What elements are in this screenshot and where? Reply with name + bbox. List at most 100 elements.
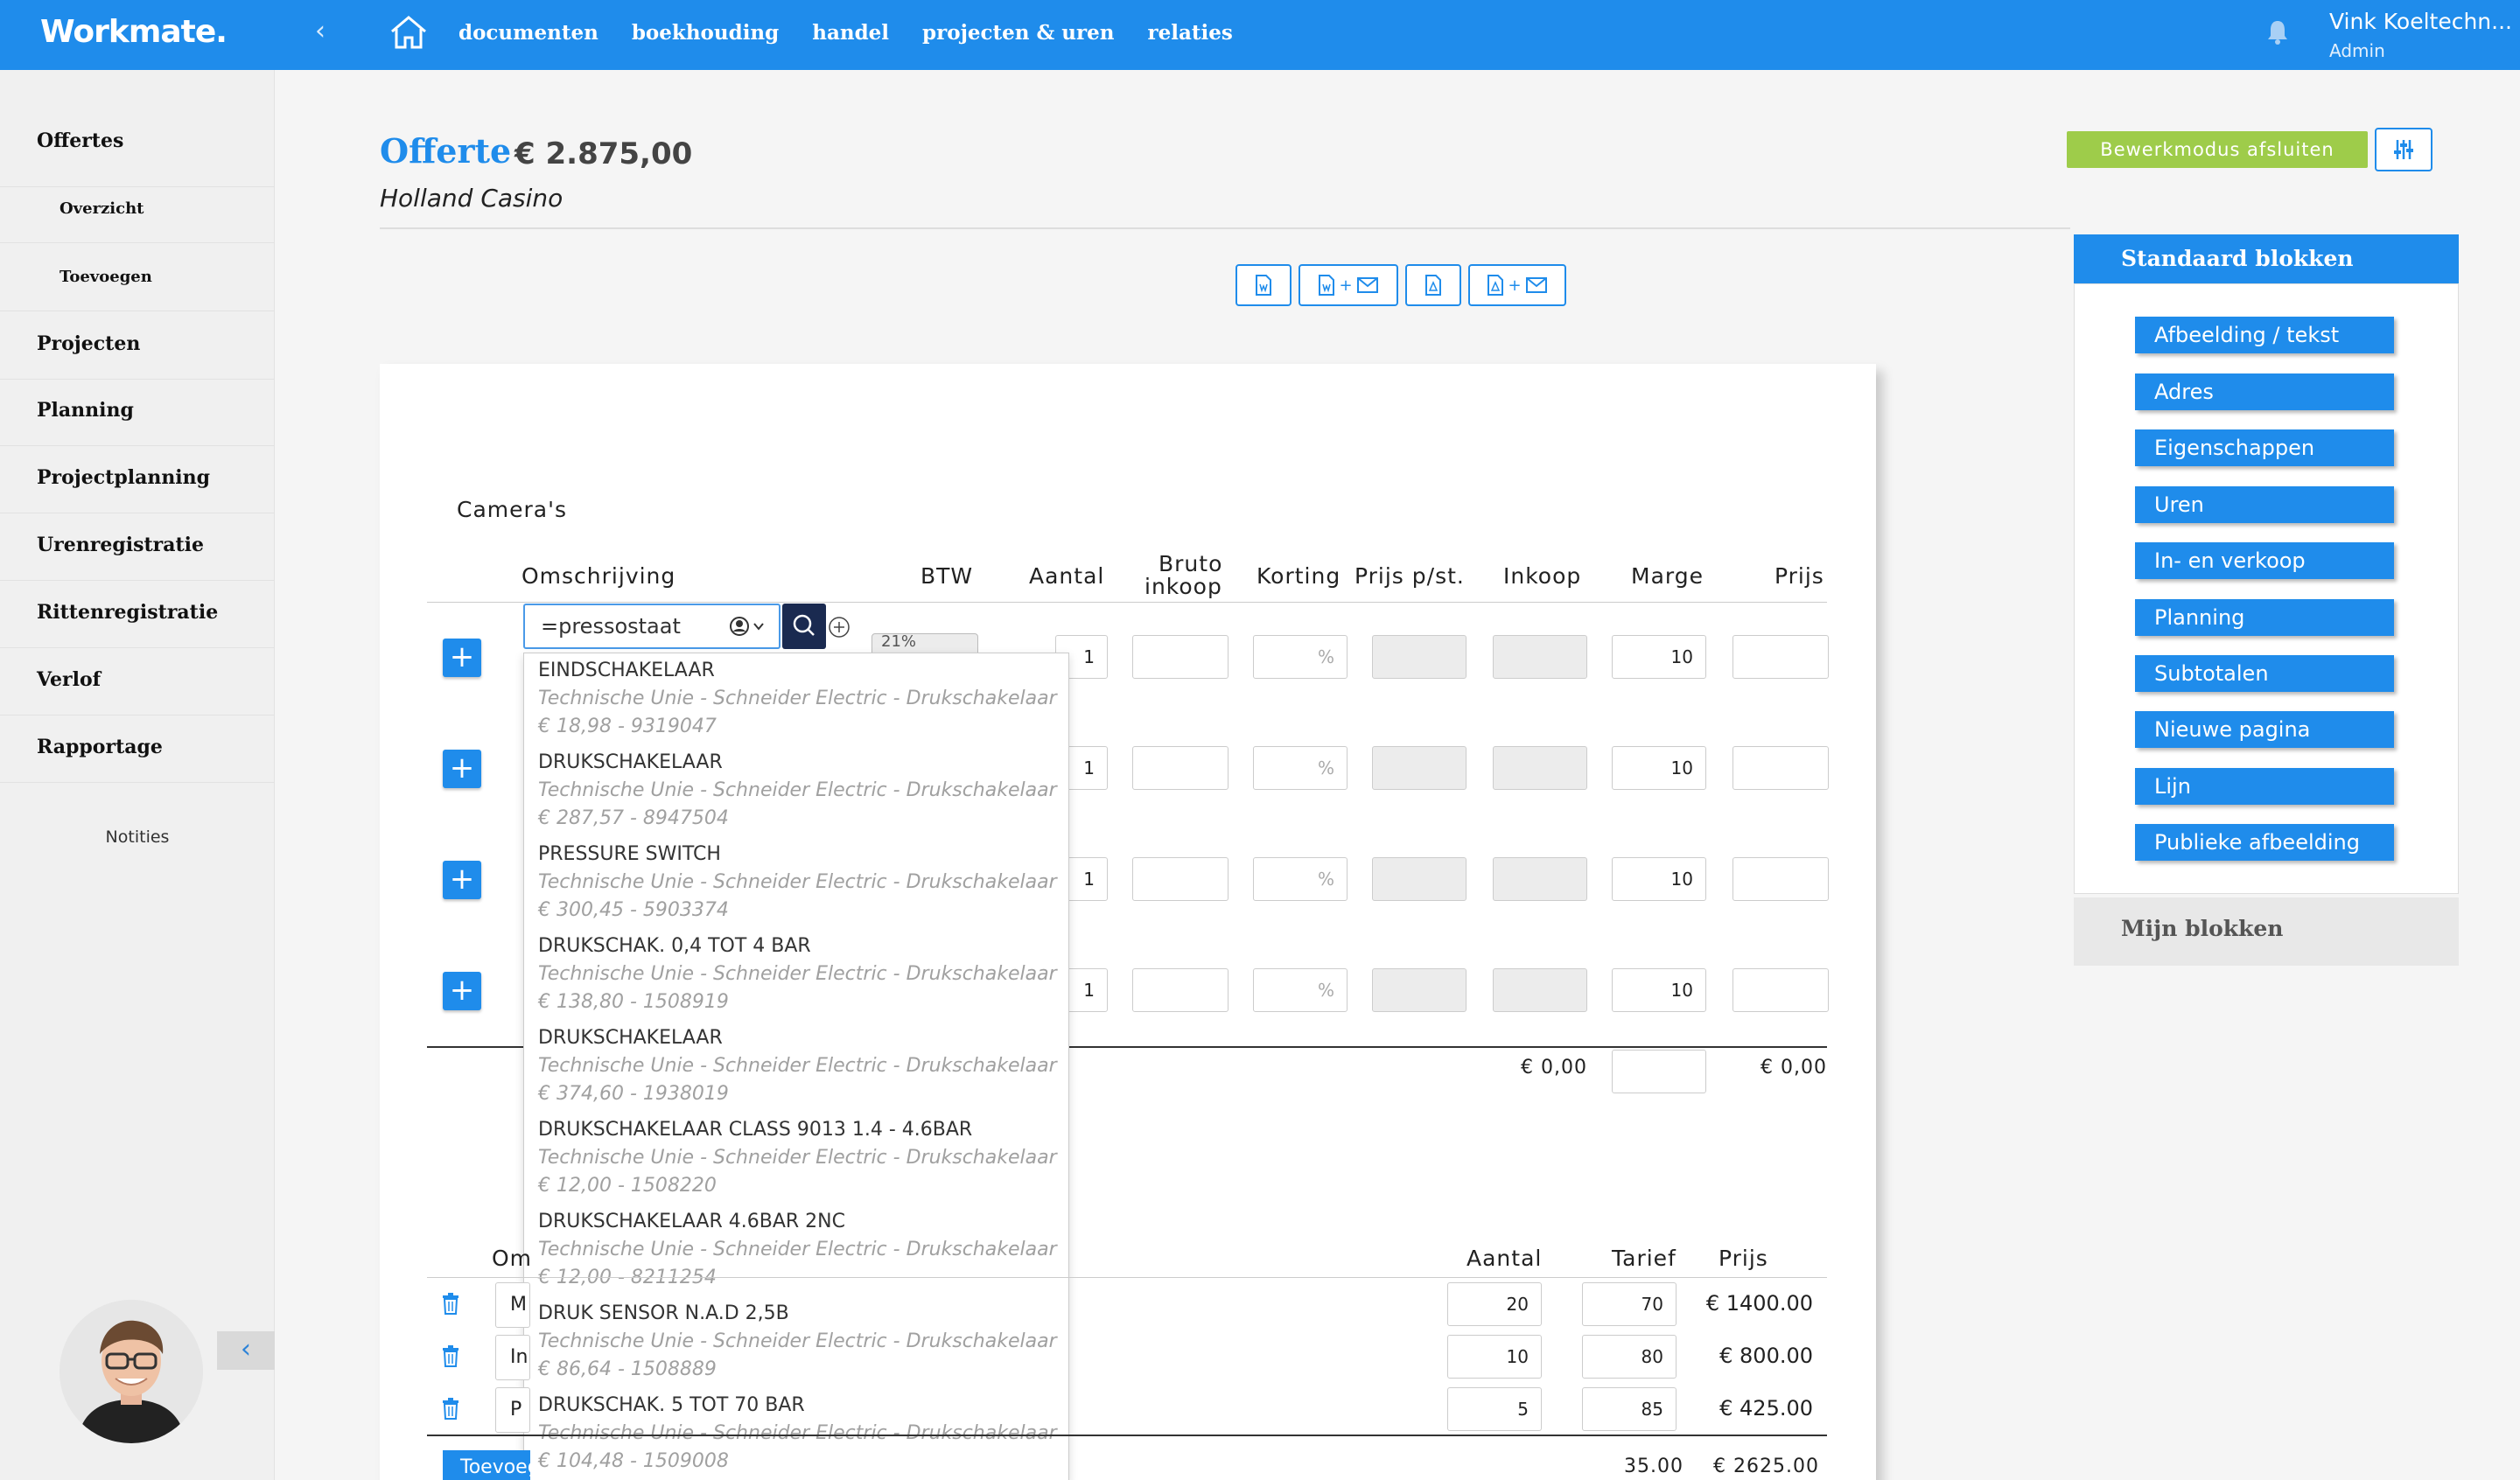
home-icon[interactable]	[388, 14, 429, 51]
marge-input[interactable]: 10	[1612, 857, 1706, 901]
trash-icon[interactable]	[441, 1398, 460, 1421]
block-nieuwe-pagina[interactable]: Nieuwe pagina	[2135, 711, 2394, 748]
prijs-input[interactable]	[1732, 857, 1829, 901]
labor-aantal-input[interactable]: 5	[1447, 1387, 1542, 1431]
prijs-input[interactable]	[1732, 635, 1829, 679]
block-publieke-afbeelding[interactable]: Publieke afbeelding	[2135, 824, 2394, 861]
result-item[interactable]: DRUKSCHAK. 5 TOT 70 BAR Technische Unie …	[538, 1392, 1063, 1476]
result-item[interactable]: DRUKSCHAKELAAR 4.6BAR 2NC Technische Uni…	[538, 1208, 1063, 1292]
result-price: € 138,80 - 1508919	[538, 991, 729, 1013]
standard-blocks-header[interactable]: Standaard blokken	[2074, 234, 2459, 283]
result-item[interactable]: DRUK SENSOR N.A.D 2,5B Technische Unie -…	[538, 1300, 1063, 1384]
user-role: Admin	[2329, 40, 2385, 61]
labor-header-line	[427, 1277, 1827, 1278]
pdf-download-button[interactable]	[1405, 264, 1461, 306]
block-eigenschappen[interactable]: Eigenschappen	[2135, 429, 2394, 466]
labor-desc-input[interactable]: In	[495, 1335, 530, 1380]
trash-icon[interactable]	[441, 1293, 460, 1316]
sidebar-item-planning[interactable]: Planning	[0, 399, 275, 446]
my-blocks-header[interactable]: Mijn blokken	[2074, 897, 2459, 966]
sidebar-item-projectplanning[interactable]: Projectplanning	[0, 466, 275, 513]
col-bruto: Bruto	[1158, 551, 1223, 576]
block-planning[interactable]: Planning	[2135, 599, 2394, 636]
sidebar-item-toevoegen[interactable]: Toevoegen	[0, 268, 275, 311]
prijs-st-field	[1372, 968, 1466, 1012]
product-search-input[interactable]: =pressostaat	[523, 604, 780, 649]
labor-desc-input[interactable]: P	[495, 1387, 530, 1433]
bruto-inkoop-input[interactable]	[1132, 968, 1228, 1012]
sidebar-item-overzicht[interactable]: Overzicht	[0, 199, 275, 243]
sidebar-collapse-button[interactable]: ‹	[217, 1331, 275, 1370]
nav-projecten-uren[interactable]: projecten & uren	[922, 21, 1114, 45]
sidebar-notities[interactable]: Notities	[0, 827, 275, 847]
block-uren[interactable]: Uren	[2135, 486, 2394, 523]
chevron-left-icon[interactable]: ‹	[315, 16, 326, 46]
nav-relaties[interactable]: relaties	[1148, 21, 1233, 45]
korting-input[interactable]: %	[1253, 635, 1348, 679]
result-name: DRUKSCHAK. 5 TOT 70 BAR	[538, 1394, 805, 1416]
result-item[interactable]: DRUKSCHAK. 0,4 TOT 4 BAR Technische Unie…	[538, 932, 1063, 1016]
word-download-button[interactable]	[1236, 264, 1292, 306]
header-divider	[380, 227, 2070, 229]
labor-desc-input[interactable]: M	[495, 1282, 530, 1328]
sidebar-item-rittenregistratie[interactable]: Rittenregistratie	[0, 601, 275, 648]
prijs-input[interactable]	[1732, 746, 1829, 790]
word-email-button[interactable]: +	[1298, 264, 1398, 306]
labor-aantal-input[interactable]: 20	[1447, 1282, 1542, 1326]
result-item[interactable]: DRUKSCHAKELAAR Technische Unie - Schneid…	[538, 749, 1063, 833]
settings-button[interactable]	[2375, 128, 2432, 171]
search-button[interactable]	[782, 604, 826, 649]
workmate-logo[interactable]: Workmate.	[40, 14, 228, 50]
marge-input[interactable]: 10	[1612, 746, 1706, 790]
block-lijn[interactable]: Lijn	[2135, 768, 2394, 805]
labor-col-tarief: Tarief	[1612, 1246, 1676, 1271]
prijs-input[interactable]	[1732, 968, 1829, 1012]
sidebar-item-rapportage[interactable]: Rapportage	[0, 736, 275, 783]
result-item[interactable]: PRESSURE SWITCH Technische Unie - Schnei…	[538, 841, 1063, 925]
result-item[interactable]: EINDSCHAKELAAR Technische Unie - Schneid…	[538, 657, 1063, 741]
block-subtotalen[interactable]: Subtotalen	[2135, 655, 2394, 692]
avatar[interactable]	[60, 1300, 203, 1443]
marge-input[interactable]: 10	[1612, 635, 1706, 679]
top-navigation-bar: Workmate. ‹ documenten boekhouding hande…	[0, 0, 2520, 70]
header-row-line	[427, 602, 1827, 603]
sidebar-item-urenregistratie[interactable]: Urenregistratie	[0, 534, 275, 581]
add-row-button[interactable]: +	[443, 639, 481, 677]
result-item[interactable]: DRUKSCHAKELAAR Technische Unie - Schneid…	[538, 1024, 1063, 1108]
nav-handel[interactable]: handel	[812, 21, 889, 45]
pdf-email-button[interactable]: +	[1468, 264, 1566, 306]
add-circle-icon[interactable]	[828, 616, 850, 639]
block-title[interactable]: Camera's	[457, 497, 567, 522]
add-row-button[interactable]: +	[443, 972, 481, 1010]
nav-boekhouding[interactable]: boekhouding	[632, 21, 779, 45]
bruto-inkoop-input[interactable]	[1132, 635, 1228, 679]
total-marge-input[interactable]	[1612, 1050, 1706, 1093]
add-labor-button[interactable]: Toevoegen	[443, 1450, 530, 1480]
korting-input[interactable]: %	[1253, 746, 1348, 790]
sidebar-item-offertes[interactable]: Offertes	[0, 129, 275, 187]
sidebar-item-verlof[interactable]: Verlof	[0, 668, 275, 716]
labor-aantal-input[interactable]: 10	[1447, 1335, 1542, 1379]
korting-input[interactable]: %	[1253, 968, 1348, 1012]
user-name[interactable]: Vink Koeltechn...	[2329, 9, 2512, 34]
bruto-inkoop-input[interactable]	[1132, 746, 1228, 790]
bruto-inkoop-input[interactable]	[1132, 857, 1228, 901]
bell-icon[interactable]	[2266, 19, 2289, 45]
korting-input[interactable]: %	[1253, 857, 1348, 901]
sidebar-item-projecten[interactable]: Projecten	[0, 332, 275, 380]
add-row-button[interactable]: +	[443, 861, 481, 899]
result-item[interactable]: DRUKSCHAKELAAR CLASS 9013 1.4 - 4.6BAR T…	[538, 1116, 1063, 1200]
result-desc: Technische Unie - Schneider Electric - D…	[538, 779, 1057, 801]
block-afbeelding-tekst[interactable]: Afbeelding / tekst	[2135, 317, 2394, 353]
user-select-icon[interactable]	[730, 616, 768, 637]
result-name: DRUKSCHAK. 0,4 TOT 4 BAR	[538, 935, 811, 957]
add-row-button[interactable]: +	[443, 750, 481, 788]
nav-documenten[interactable]: documenten	[458, 21, 598, 45]
block-in-en-verkoop[interactable]: In- en verkoop	[2135, 542, 2394, 579]
block-adres[interactable]: Adres	[2135, 373, 2394, 410]
labor-prijs: € 425.00	[1719, 1396, 1813, 1421]
col-inkoop: Inkoop	[1503, 563, 1582, 589]
close-edit-mode-button[interactable]: Bewerkmodus afsluiten	[2067, 131, 2368, 168]
trash-icon[interactable]	[441, 1345, 460, 1368]
marge-input[interactable]: 10	[1612, 968, 1706, 1012]
